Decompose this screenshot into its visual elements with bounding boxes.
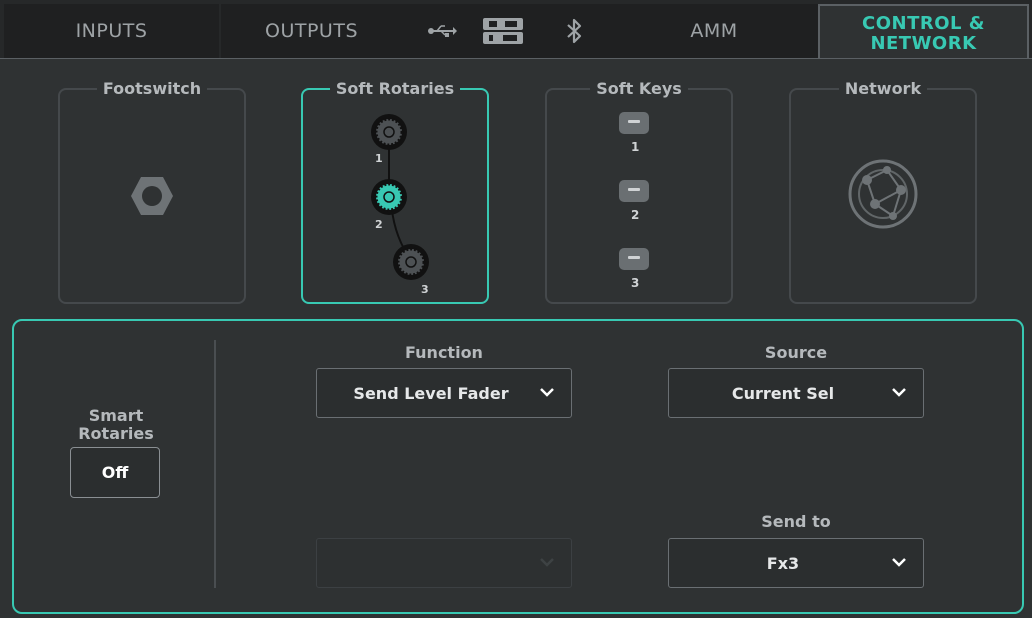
card-footswitch[interactable]: Footswitch xyxy=(58,79,246,304)
smart-rotaries-label-line1: Smart xyxy=(88,406,144,425)
smart-rotaries-toggle-label: Off xyxy=(101,463,129,482)
network-globe-icon xyxy=(848,159,918,229)
tab-sdhc[interactable] xyxy=(468,4,538,58)
rotary-2-icon xyxy=(371,179,407,215)
source-label: Source xyxy=(764,343,828,362)
function-label: Function xyxy=(405,343,483,362)
soft-key-3-number: 3 xyxy=(631,276,640,290)
tab-outputs-label: OUTPUTS xyxy=(265,20,358,42)
sdhc-icon xyxy=(483,18,523,44)
tab-control-network[interactable]: CONTROL & NETWORK xyxy=(818,4,1029,62)
soft-key-1-number: 1 xyxy=(631,140,640,154)
card-soft-rotaries[interactable]: Soft Rotaries 1 2 3 xyxy=(301,79,489,304)
smart-rotaries-label: Smart Rotaries xyxy=(58,407,174,443)
card-footswitch-title: Footswitch xyxy=(96,79,208,98)
chevron-down-icon xyxy=(540,558,554,567)
chevron-down-icon xyxy=(892,558,906,567)
rotary-2-number: 2 xyxy=(375,218,383,231)
chevron-down-icon xyxy=(540,388,554,397)
disabled-dropdown xyxy=(316,538,572,588)
soft-key-2-number: 2 xyxy=(631,208,640,222)
send-to-dropdown[interactable]: Fx3 xyxy=(668,538,924,588)
tab-amm[interactable]: AMM xyxy=(610,4,818,58)
tab-control-label-line2: NETWORK xyxy=(870,33,977,54)
tab-usb[interactable] xyxy=(416,4,468,58)
top-tab-bar: INPUTS OUTPUTS AMM CONTROL & NETWORK xyxy=(0,0,1032,62)
tab-inputs[interactable]: INPUTS xyxy=(4,4,219,58)
send-to-label: Send to xyxy=(761,512,831,531)
chevron-down-icon xyxy=(892,388,906,397)
rotary-3-icon xyxy=(393,244,429,280)
source-dropdown[interactable]: Current Sel xyxy=(668,368,924,418)
function-dropdown-value: Send Level Fader xyxy=(353,383,509,403)
soft-key-1-icon xyxy=(619,112,649,134)
card-network[interactable]: Network xyxy=(789,79,977,304)
tab-amm-label: AMM xyxy=(690,20,738,42)
tab-control-label-line1: CONTROL & xyxy=(862,13,985,34)
function-dropdown[interactable]: Send Level Fader xyxy=(316,368,572,418)
tab-bluetooth[interactable] xyxy=(538,4,610,58)
bluetooth-icon xyxy=(567,18,582,44)
rotary-3-number: 3 xyxy=(421,283,429,296)
soft-key-2-icon xyxy=(619,180,649,202)
tab-outputs[interactable]: OUTPUTS xyxy=(221,4,416,58)
rotary-1-icon xyxy=(371,114,407,150)
usb-icon xyxy=(428,25,457,37)
tab-inputs-label: INPUTS xyxy=(75,20,148,42)
footswitch-jack-icon xyxy=(131,177,173,215)
card-soft-keys[interactable]: Soft Keys 1 2 3 xyxy=(545,79,733,304)
send-to-dropdown-value: Fx3 xyxy=(766,553,800,573)
source-dropdown-value: Current Sel xyxy=(731,383,835,403)
rotary-1-number: 1 xyxy=(375,152,383,165)
smart-rotaries-toggle-button[interactable]: Off xyxy=(70,447,160,498)
card-network-title: Network xyxy=(838,79,928,98)
panel-divider xyxy=(214,340,216,588)
card-soft-keys-title: Soft Keys xyxy=(590,79,688,98)
soft-key-3-icon xyxy=(619,248,649,270)
smart-rotaries-label-line2: Rotaries xyxy=(78,424,154,443)
